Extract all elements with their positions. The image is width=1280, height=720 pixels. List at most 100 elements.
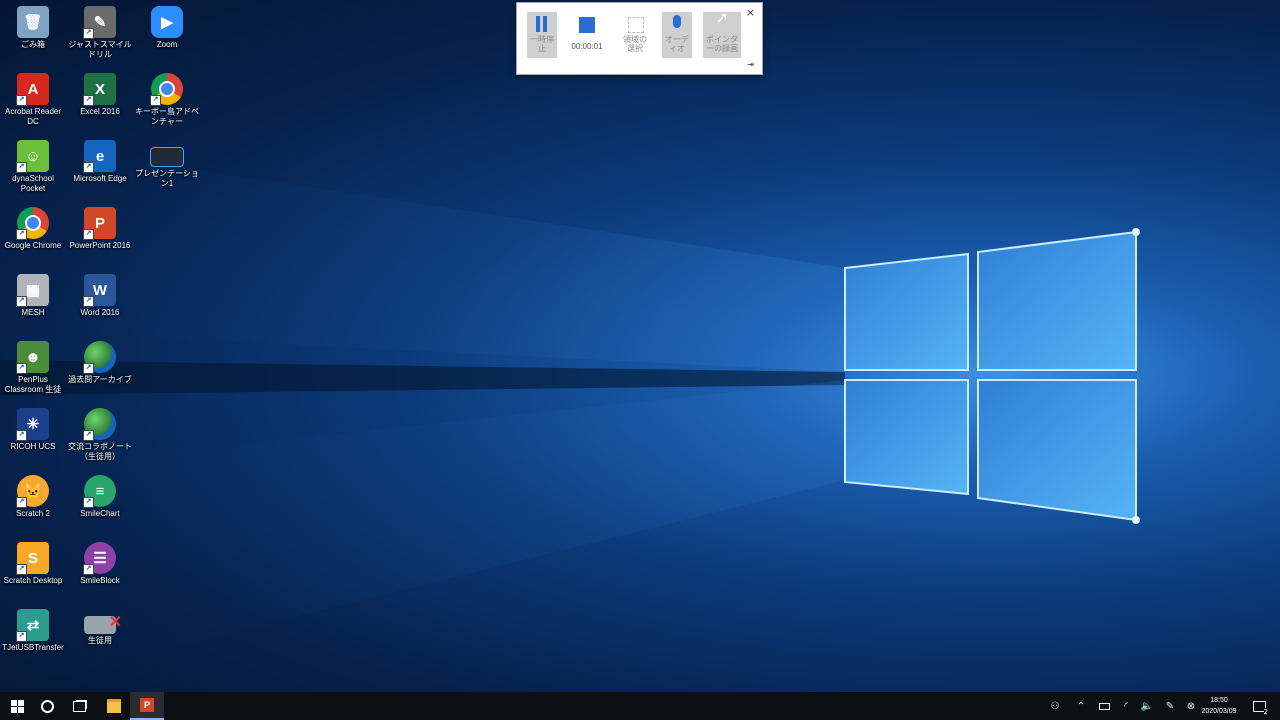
powerpoint-icon: P: [140, 698, 154, 712]
desktop-icon-ricoh-ucs[interactable]: ✳ ↗ RICOH UCS: [0, 402, 66, 468]
desktop-icon-label: ごみ箱: [21, 40, 45, 49]
show-hidden-icons-button[interactable]: ⌃: [1072, 692, 1090, 720]
globe-icon: ↗: [83, 408, 116, 441]
desktop-icon-presentation1[interactable]: プレゼンテーション1: [134, 134, 200, 200]
desktop-icon-label: 生徒用: [88, 636, 112, 645]
desktop-icon-label: RICOH UCS: [10, 442, 56, 451]
desktop-icon-tjet-usb-transfer[interactable]: ⇄ ↗ TJetUSBTransfer: [0, 603, 66, 669]
dynaschool-icon: ☺ ↗: [16, 140, 49, 173]
people-icon: ⚇: [1050, 700, 1060, 712]
desktop-icon-acrobat-reader[interactable]: A ↗ Acrobat Reader DC: [0, 67, 66, 133]
people-button[interactable]: ⚇: [1046, 692, 1064, 720]
record-pointer-button[interactable]: ➚ ポインターの録画: [703, 10, 741, 58]
desktop-icon-label: 過去問アーカイブ: [68, 375, 132, 384]
desktop-icon-just-smile-drill[interactable]: ✎ ↗ ジャストスマイル ドリル: [67, 0, 133, 66]
smilechart-icon: ≡ ↗: [83, 475, 116, 508]
desktop-icon-penplus-classroom[interactable]: ☻ ↗ PenPlus Classroom 生徒: [0, 335, 66, 401]
desktop-icon-label: プレゼンテーション1: [135, 169, 199, 188]
desktop-icon-word[interactable]: W ↗ Word 2016: [67, 268, 133, 334]
desktop-icon-label: Scratch Desktop: [3, 576, 63, 585]
battery-button[interactable]: [1095, 692, 1113, 720]
ime-disabled-icon: ⊗: [1186, 700, 1196, 712]
scratch-desktop-icon: S ↗: [16, 542, 49, 575]
file-explorer-button[interactable]: [97, 692, 131, 720]
desktop-icon-smileblock[interactable]: ☰ ↗ SmileBlock: [67, 536, 133, 602]
wifi-button[interactable]: ◜: [1117, 692, 1135, 720]
start-button[interactable]: [0, 692, 34, 720]
clock-date: 2020/03/09: [1201, 708, 1237, 715]
audio-label: オーディオ: [665, 35, 689, 53]
clock-time: 18:50: [1210, 697, 1228, 704]
mouse-pointer-icon: ➚: [715, 10, 729, 27]
wifi-icon: ◜: [1124, 700, 1128, 712]
select-area-button[interactable]: 領域の選択: [620, 12, 650, 58]
desktop-icon-smilechart[interactable]: ≡ ↗ SmileChart: [67, 469, 133, 535]
zoom-icon: ▶: [151, 6, 183, 38]
desktop-icon-recycle-bin[interactable]: 🗑 ごみ箱: [0, 0, 66, 66]
pin-icon[interactable]: ⇥: [747, 60, 754, 69]
video-file-icon: [150, 147, 184, 167]
mesh-icon: ▦ ↗: [16, 274, 49, 307]
desktop-icon-label: Excel 2016: [80, 107, 120, 116]
volume-button[interactable]: 🔈: [1138, 692, 1156, 720]
powerpoint-taskbar-button[interactable]: P: [130, 692, 164, 720]
desktop-icon-label: キーボー島アドベンチャー: [135, 107, 199, 126]
excel-icon: X ↗: [83, 73, 116, 106]
audio-button[interactable]: オーディオ: [662, 12, 692, 58]
taskbar-clock[interactable]: 18:50 2020/03/09: [1196, 695, 1242, 717]
acrobat-icon: A ↗: [16, 73, 49, 106]
desktop-icon-dynaschool-pocket[interactable]: ☺ ↗ dynaSchool Pocket: [0, 134, 66, 200]
desktop-icon-label: Zoom: [156, 40, 178, 49]
recycle-bin-icon: 🗑: [17, 6, 49, 38]
network-drive-disconnected-icon: ✕: [84, 614, 122, 634]
pause-button[interactable]: 一時停止: [527, 12, 557, 58]
word-icon: W ↗: [83, 274, 116, 307]
scratch-cat-icon: 🐱 ↗: [16, 475, 49, 508]
task-view-button[interactable]: [62, 692, 96, 720]
desktop-icon-google-chrome[interactable]: ↗ Google Chrome: [0, 201, 66, 267]
select-area-label: 領域の選択: [623, 35, 647, 53]
file-explorer-icon: [107, 699, 121, 713]
close-icon[interactable]: ×: [746, 6, 755, 19]
windows-start-icon: [10, 699, 24, 713]
pen-icon: ✎: [1165, 700, 1175, 712]
speaker-icon: 🔈: [1140, 700, 1154, 712]
desktop-icon-label: Word 2016: [80, 308, 120, 317]
edge-icon: e ↗: [83, 140, 116, 173]
search-button[interactable]: [30, 692, 64, 720]
desktop-icon-label: Acrobat Reader DC: [4, 107, 62, 126]
action-center-button[interactable]: 2: [1248, 692, 1270, 720]
desktop-icon-scratch-desktop[interactable]: S ↗ Scratch Desktop: [0, 536, 66, 602]
desktop-icon-microsoft-edge[interactable]: e ↗ Microsoft Edge: [67, 134, 133, 200]
desktop-icon-collabo-note[interactable]: ↗ 交流コラボノート（生徒用）: [67, 402, 133, 468]
desktop-icon-excel[interactable]: X ↗ Excel 2016: [67, 67, 133, 133]
pointer-label: ポインターの録画: [706, 35, 738, 53]
desktop-icon-mesh[interactable]: ▦ ↗ MESH: [0, 268, 66, 334]
tjet-usb-icon: ⇄ ↗: [16, 609, 49, 642]
ricoh-ucs-icon: ✳ ↗: [16, 408, 49, 441]
chrome-icon: ↗: [150, 73, 183, 106]
smileblock-icon: ☰ ↗: [83, 542, 116, 575]
desktop-icon-label: MESH: [21, 308, 45, 317]
desktop-icon-student-drive[interactable]: ✕ 生徒用: [67, 603, 133, 669]
desktop-icon-zoom[interactable]: ▶ Zoom: [134, 0, 200, 66]
globe-icon: ↗: [83, 341, 116, 374]
recording-timer: 00:00:01: [571, 42, 603, 51]
desktop-icon-kakomon-archive[interactable]: ↗ 過去問アーカイブ: [67, 335, 133, 401]
stop-button[interactable]: [579, 17, 595, 33]
desktop-icon-label: TJetUSBTransfer: [2, 643, 64, 652]
desktop-icon-label: SmileChart: [80, 509, 120, 518]
desktop-icon-label: Google Chrome: [4, 241, 62, 250]
taskbar: P ⚇ ⌃ ◜ 🔈 ✎ ⊗ 18:50 2020/03/09 2: [0, 692, 1280, 720]
desktop-icon-powerpoint[interactable]: P ↗ PowerPoint 2016: [67, 201, 133, 267]
desktop-icon-label: PenPlus Classroom 生徒: [4, 375, 62, 394]
pause-icon: [532, 14, 552, 34]
powerpoint-icon: P ↗: [83, 207, 116, 240]
desktop-icon-label: SmileBlock: [80, 576, 120, 585]
desktop-icon-scratch-2[interactable]: 🐱 ↗ Scratch 2: [0, 469, 66, 535]
cortana-search-icon: [40, 699, 54, 713]
screen-recording-toolbar: 一時停止 00:00:01 領域の選択 オーディオ ➚ ポインターの録画 × ⇥: [516, 2, 763, 75]
chrome-icon: ↗: [16, 207, 49, 240]
desktop-icon-keyboard-adventure[interactable]: ↗ キーボー島アドベンチャー: [134, 67, 200, 133]
pen-workspace-button[interactable]: ✎: [1161, 692, 1179, 720]
